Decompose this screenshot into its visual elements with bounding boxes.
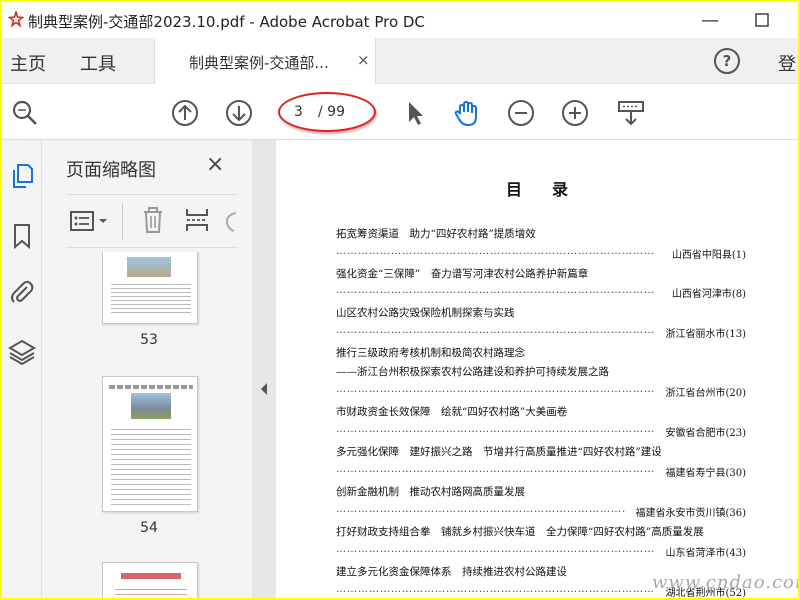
thumbnail-page-54[interactable]: [102, 376, 198, 512]
thumbnail-text-lines: [111, 425, 191, 505]
delete-icon[interactable]: [140, 205, 166, 235]
help-icon[interactable]: ?: [714, 48, 740, 74]
maximize-button[interactable]: [742, 6, 782, 34]
toc-entry-location: 浙江省台州市(20): [665, 388, 746, 399]
rotate-icon[interactable]: [222, 207, 240, 235]
thumbnail-page-55[interactable]: [102, 562, 198, 598]
bookmark-icon[interactable]: [8, 222, 36, 250]
toc-entry-title[interactable]: 推行三级政府考核机制和极简农村路理念: [336, 345, 525, 360]
minimize-icon: —: [701, 9, 719, 31]
thumbnail-image: [131, 393, 171, 419]
document-tab-label: 制典型案例-交通部...: [189, 54, 329, 72]
zoom-out-icon[interactable]: [506, 98, 536, 128]
toc-leader-dots: ……………………………………………………………………………………………: [336, 464, 654, 475]
thumbnail-list: 53 54: [66, 252, 242, 598]
thumbnail-text-lines: [111, 281, 191, 315]
toc-leader-dots: ……………………………………………………………………………………………: [336, 325, 654, 336]
page-thumbnails-panel: 页面缩略图 × 53 54: [42, 140, 282, 598]
toolbar-divider: [122, 203, 123, 239]
acrobat-window: 制典型案例-交通部2023.10.pdf - Adobe Acrobat Pro…: [2, 2, 798, 598]
toc-leader-dots: ……………………………………………………………………………………………: [336, 544, 654, 555]
left-navigation-rail: [2, 140, 42, 598]
toc-entry-title[interactable]: 创新金融机制 推动农村路网高质量发展: [336, 484, 525, 499]
document-tab-close-icon[interactable]: ×: [357, 51, 370, 69]
panel-collapse-bar[interactable]: [252, 140, 276, 598]
panel-close-icon[interactable]: ×: [206, 152, 224, 177]
thumbnail-image: [127, 257, 171, 277]
signin-link[interactable]: 登: [778, 50, 796, 76]
toc-leader-dots: ……………………………………………………………………………………………: [336, 384, 654, 395]
toc-entry-location: 福建省永安市贡川镇(36): [635, 508, 746, 519]
main-toolbar: 3 / 99: [2, 84, 798, 140]
toc-leader-dots: ……………………………………………………………………………………………: [336, 285, 654, 296]
window-title: 制典型案例-交通部2023.10.pdf - Adobe Acrobat Pro…: [28, 13, 425, 31]
thumbnail-page-number: 53: [140, 332, 158, 348]
menu-bar: 主页 工具 ? 登: [2, 38, 798, 84]
thumbnail-text-lines: [115, 585, 187, 598]
document-view[interactable]: 目录 拓宽筹资渠道 助力“四好农村路”提质增效 ……………………………………………: [276, 140, 798, 598]
pages-icon[interactable]: [8, 162, 36, 190]
zoom-search-icon[interactable]: [10, 98, 40, 128]
page-number-box[interactable]: 3 / 99: [278, 92, 376, 132]
toc-entry-subtitle[interactable]: ——浙江台州积极探索农村公路建设和养护可持续发展之路: [336, 364, 609, 379]
menu-tools[interactable]: 工具: [80, 50, 116, 76]
toc-entry-location: 浙江省丽水市(13): [665, 329, 746, 340]
toc-entry-location: 安徽省合肥市(23): [665, 428, 746, 439]
select-cursor-icon[interactable]: [400, 98, 430, 128]
toc-heading: 目录: [506, 180, 599, 199]
minimize-button[interactable]: —: [690, 6, 730, 34]
toc-entry-location: 山西省中阳县(1): [671, 250, 746, 261]
document-tab[interactable]: 制典型案例-交通部... ×: [154, 38, 376, 84]
toc-entry-title[interactable]: 建立多元化资金保障体系 持续推进农村公路建设: [336, 564, 567, 579]
zoom-in-icon[interactable]: [560, 98, 590, 128]
hand-icon[interactable]: [452, 98, 482, 128]
page-down-icon[interactable]: [224, 98, 254, 128]
site-watermark: www.cndao.com: [652, 572, 798, 593]
toc-entry-title[interactable]: 市财政资金长效保障 绘就“四好农村路”大美画卷: [336, 404, 567, 419]
maximize-icon: [755, 13, 769, 27]
attachment-icon[interactable]: [8, 278, 36, 306]
toc-entry-location: 山西省河津市(8): [671, 289, 746, 300]
toc-leader-dots: ……………………………………………………………………………………………: [336, 246, 654, 257]
toc-entry-title[interactable]: 多元强化保障 建好振兴之路 节增并行高质量推进“四好农村路”建设: [336, 444, 662, 459]
toc-leader-dots: ……………………………………………………………………………………………: [336, 584, 654, 595]
toc-entry-title[interactable]: 打好财政支持组合拳 铺就乡村振兴快车道 全力保障“四好农村路”高质量发展: [336, 524, 704, 539]
thumbnail-text-lines: [109, 385, 193, 389]
title-bar: 制典型案例-交通部2023.10.pdf - Adobe Acrobat Pro…: [2, 2, 798, 38]
acrobat-app-icon: [8, 11, 24, 27]
red-highlight-annotation: [278, 92, 376, 132]
extract-pages-icon[interactable]: [184, 205, 210, 235]
toc-entry-title[interactable]: 拓宽筹资渠道 助力“四好农村路”提质增效: [336, 226, 536, 241]
toc-entry-location: 山东省菏泽市(43): [665, 548, 746, 559]
toc-entry-location: 福建省寿宁县(30): [665, 468, 746, 479]
page-up-icon[interactable]: [170, 98, 200, 128]
toc-entry-title[interactable]: 强化资金“三保障” 奋力谱写河津农村公路养护新篇章: [336, 266, 588, 281]
panel-title: 页面缩略图: [66, 160, 156, 181]
marquee-zoom-icon[interactable]: [616, 98, 646, 128]
thumbnail-toolbar: [66, 194, 238, 248]
toc-leader-dots: ……………………………………………………………………………………………: [336, 424, 654, 435]
toc-entry-title[interactable]: 山区农村公路灾毁保险机制探索与实践: [336, 305, 515, 320]
options-menu-icon[interactable]: [70, 209, 110, 235]
menu-home[interactable]: 主页: [10, 50, 46, 76]
collapse-arrow-icon[interactable]: [259, 382, 269, 396]
layers-icon[interactable]: [8, 338, 36, 366]
thumbnail-page-number: 54: [140, 520, 158, 536]
thumbnail-page-53[interactable]: [102, 252, 198, 324]
toc-leader-dots: ……………………………………………………………………………………………: [336, 504, 626, 515]
thumbnail-red-header: [121, 573, 181, 579]
